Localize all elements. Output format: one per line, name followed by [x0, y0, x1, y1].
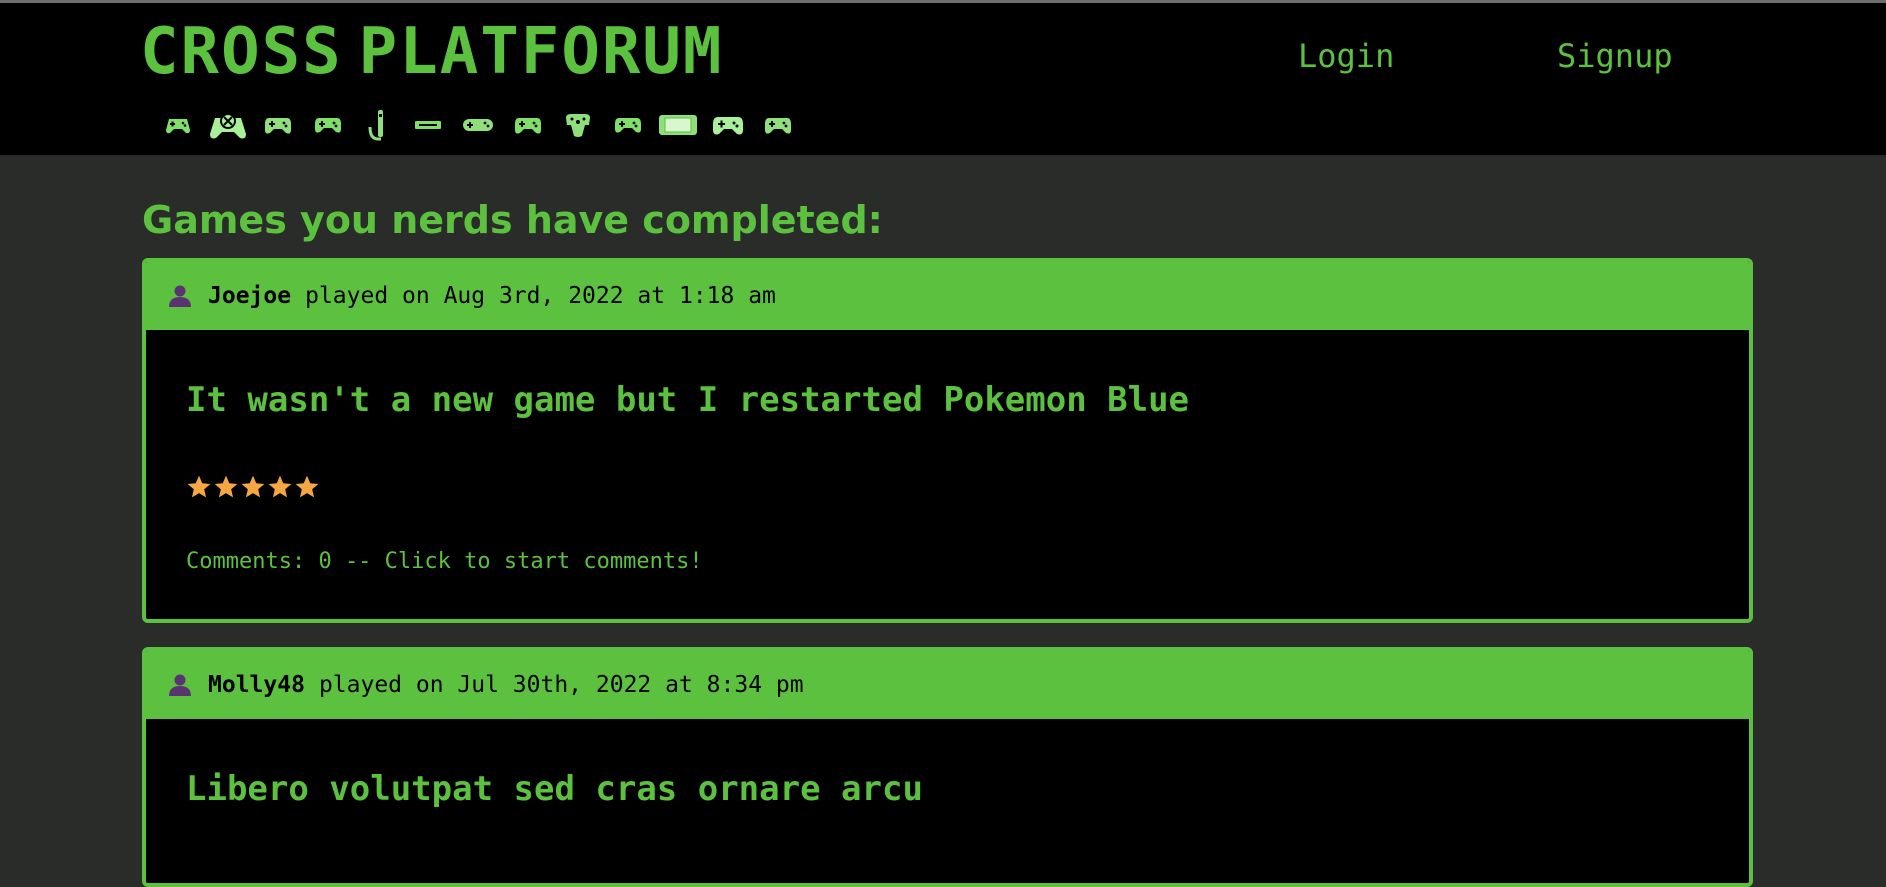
star-icon: [214, 475, 238, 498]
star-icon: [295, 475, 319, 498]
comments-link[interactable]: Comments: 0 -- Click to start comments!: [186, 549, 703, 574]
snes-controller-icon[interactable]: [458, 109, 498, 141]
post-title: It wasn't a new game but I restarted Pok…: [186, 380, 1190, 420]
wii-remote-icon[interactable]: [358, 109, 398, 141]
post-played-date: played on Aug 3rd, 2022 at 1:18 am: [305, 283, 776, 309]
post-card[interactable]: Molly48 played on Jul 30th, 2022 at 8:34…: [142, 647, 1753, 887]
site-header: Cross Platforum Login Signup: [0, 0, 1886, 155]
star-rating: [186, 474, 321, 500]
star-icon: [241, 475, 265, 498]
post-header: Joejoe played on Aug 3rd, 2022 at 1:18 a…: [146, 262, 1749, 330]
logo-word-cross: Cross: [140, 15, 343, 89]
gamepad-icon[interactable]: [608, 109, 648, 141]
handheld-icon[interactable]: [408, 109, 448, 141]
controller-icon[interactable]: [158, 109, 198, 141]
site-logo[interactable]: Cross Platforum: [140, 17, 723, 87]
post-header: Molly48 played on Jul 30th, 2022 at 8:34…: [146, 651, 1749, 719]
post-title: Libero volutpat sed cras ornare arcu: [186, 769, 923, 809]
platform-icon-bar: [158, 107, 808, 143]
user-icon: [168, 284, 192, 308]
logo-word-platforum: Platforum: [358, 15, 724, 89]
post-played-date: played on Jul 30th, 2022 at 8:34 pm: [318, 672, 804, 698]
gamepad-icon[interactable]: [508, 109, 548, 141]
star-icon: [268, 475, 292, 498]
post-username[interactable]: Joejoe: [208, 283, 291, 309]
gamepad-icon[interactable]: [758, 109, 798, 141]
n64-controller-icon[interactable]: [558, 109, 598, 141]
gamepad-icon[interactable]: [258, 109, 298, 141]
post-card[interactable]: Joejoe played on Aug 3rd, 2022 at 1:18 a…: [142, 258, 1753, 623]
post-username[interactable]: Molly48: [208, 672, 305, 698]
gamepad-icon[interactable]: [308, 109, 348, 141]
star-icon: [187, 475, 211, 498]
user-icon: [168, 673, 192, 697]
switch-icon[interactable]: [658, 109, 698, 141]
gamepad-icon[interactable]: [708, 109, 748, 141]
login-link[interactable]: Login: [1298, 37, 1394, 75]
xbox-controller-icon[interactable]: [208, 109, 248, 141]
signup-link[interactable]: Signup: [1557, 37, 1673, 75]
page-title: Games you nerds have completed:: [142, 198, 883, 242]
